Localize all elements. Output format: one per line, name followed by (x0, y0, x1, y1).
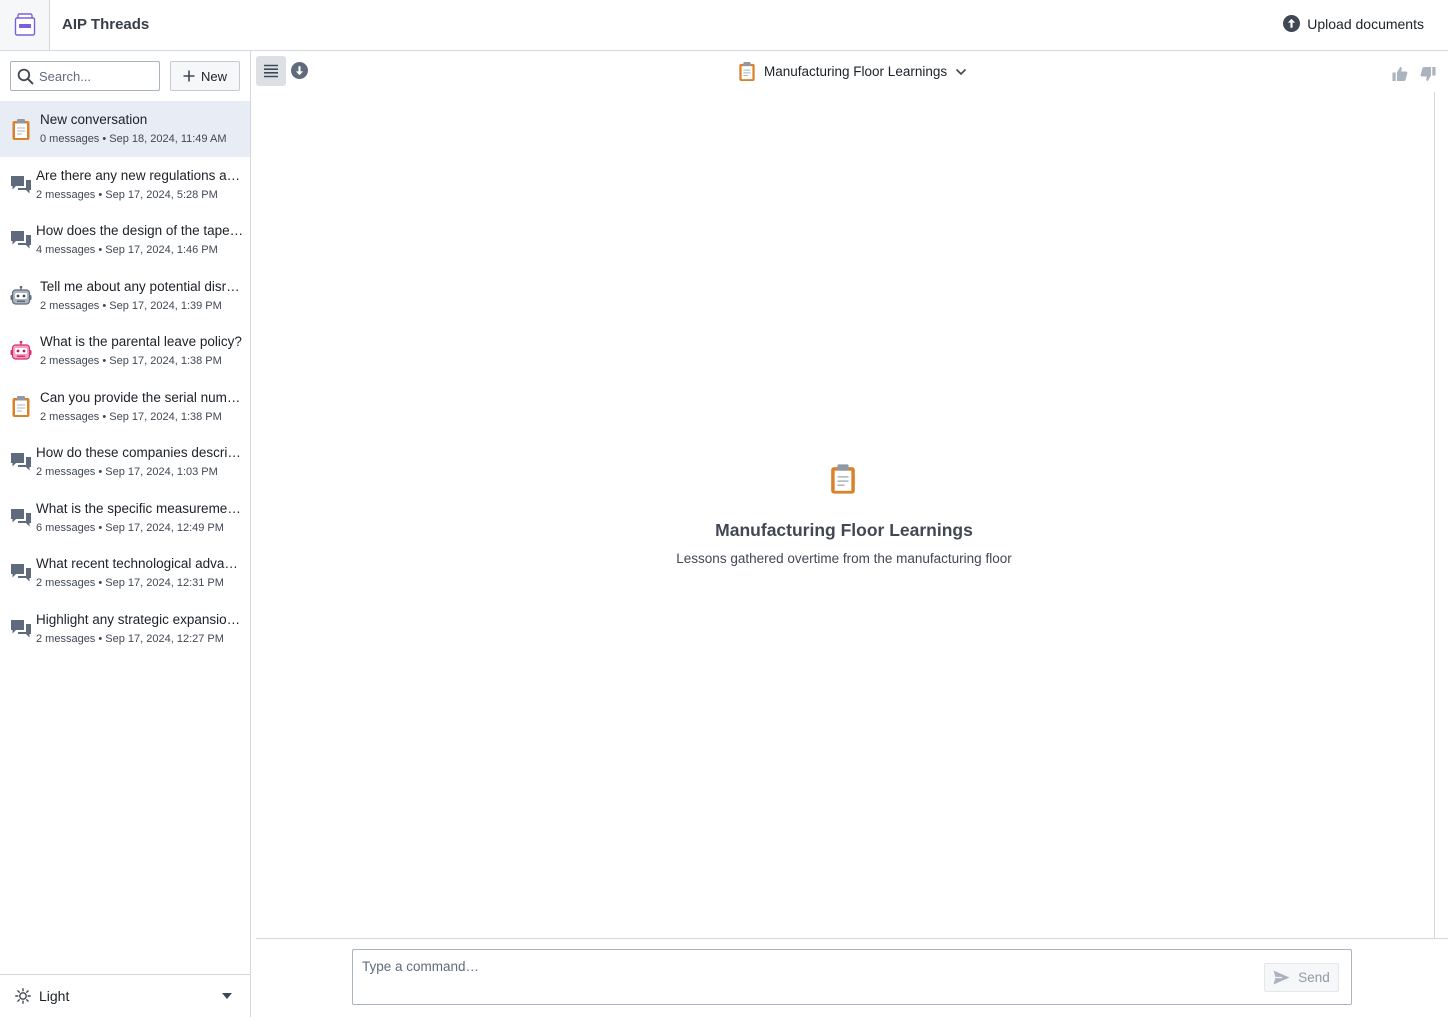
command-input[interactable] (362, 959, 1252, 997)
plus-icon (183, 70, 195, 82)
thread-title: Highlight any strategic expansion… (36, 611, 244, 627)
app-root: AIP Threads Upload documents New (0, 0, 1448, 1017)
thread-title: What is the parental leave policy? (40, 334, 242, 349)
thread-title: New conversation (40, 112, 148, 127)
upload-documents-button[interactable]: Upload documents (1283, 15, 1424, 32)
send-button[interactable]: Send (1264, 963, 1339, 992)
new-thread-button[interactable]: New (170, 61, 240, 91)
clipboard-icon (9, 118, 33, 140)
thread-item[interactable]: What recent technological advan… 2 messa… (0, 545, 250, 601)
thread-item[interactable]: How do these companies describ… 2 messag… (0, 434, 250, 490)
chat-icon (9, 174, 33, 196)
thread-item[interactable]: Tell me about any potential disr… 2 mess… (0, 268, 250, 324)
thread-title: Can you provide the serial numb… (40, 389, 244, 405)
robot-pink-icon (9, 340, 33, 362)
thread-meta: 2 messages • Sep 17, 2024, 1:38 PM (40, 410, 222, 423)
send-icon (1273, 970, 1290, 985)
robot-icon (9, 285, 33, 307)
thread-item[interactable]: How does the design of the taper … 4 mes… (0, 212, 250, 268)
threads-sidebar: New New conversation 0 messages • Sep 18… (0, 51, 251, 1017)
threads-logo-icon (14, 13, 35, 36)
app-logo[interactable] (0, 0, 50, 50)
empty-state-description: Lessons gathered overtime from the manuf… (676, 551, 1012, 566)
thread-title: How does the design of the taper … (36, 223, 244, 238)
chat-icon (9, 229, 33, 251)
thread-meta: 2 messages • Sep 17, 2024, 12:27 PM (36, 632, 224, 645)
chat-icon (9, 451, 33, 473)
empty-state: Manufacturing Floor Learnings Lessons ga… (251, 51, 1437, 938)
chat-icon (9, 507, 33, 529)
thread-title: What is the specific measuremen… (36, 500, 244, 516)
search-input[interactable] (39, 66, 157, 86)
thread-meta: 2 messages • Sep 17, 2024, 1:39 PM (40, 299, 222, 312)
upload-icon (1283, 15, 1301, 32)
thread-item[interactable]: Are there any new regulations ap… 2 mess… (0, 157, 250, 213)
top-header: AIP Threads Upload documents (0, 0, 1448, 51)
thread-title: Tell me about any potential disr… (40, 278, 240, 294)
command-composer: Send (352, 949, 1352, 1005)
caret-down-icon (222, 993, 232, 999)
thread-meta: 4 messages • Sep 17, 2024, 1:46 PM (36, 244, 218, 256)
send-label: Send (1298, 970, 1330, 985)
thread-meta: 2 messages • Sep 17, 2024, 1:03 PM (36, 466, 218, 478)
new-thread-label: New (200, 68, 227, 84)
sun-icon (15, 988, 31, 1004)
thread-item[interactable]: What is the specific measuremen… 6 messa… (0, 490, 250, 546)
thread-title: Are there any new regulations ap… (36, 167, 244, 183)
app-title: AIP Threads (62, 16, 150, 33)
thread-list: New conversation 0 messages • Sep 18, 20… (0, 101, 250, 656)
thread-title: What recent technological advan… (36, 556, 244, 571)
thread-meta: 2 messages • Sep 17, 2024, 5:28 PM (36, 188, 218, 201)
thread-item[interactable]: Can you provide the serial numb… 2 messa… (0, 379, 250, 435)
chat-icon (9, 618, 33, 640)
empty-state-title: Manufacturing Floor Learnings (715, 520, 973, 540)
thread-meta: 0 messages • Sep 18, 2024, 11:49 AM (40, 133, 227, 145)
thread-item[interactable]: What is the parental leave policy? 2 mes… (0, 323, 250, 379)
thread-meta: 6 messages • Sep 17, 2024, 12:49 PM (36, 521, 224, 534)
thread-meta: 2 messages • Sep 17, 2024, 1:38 PM (40, 355, 222, 367)
main-panel: Manufacturing Floor Learnings Manufactur… (251, 51, 1448, 1017)
upload-documents-label: Upload documents (1307, 15, 1424, 32)
clipboard-icon (831, 464, 855, 494)
theme-selector[interactable]: Light (0, 974, 250, 1017)
thread-meta: 2 messages • Sep 17, 2024, 12:31 PM (36, 577, 224, 589)
thread-title: How do these companies describ… (36, 445, 244, 460)
chat-icon (9, 562, 33, 584)
thread-item[interactable]: New conversation 0 messages • Sep 18, 20… (0, 101, 250, 157)
search-box (10, 61, 160, 91)
clipboard-icon (9, 396, 33, 418)
search-icon (17, 68, 34, 85)
theme-label: Light (39, 988, 70, 1004)
thread-item[interactable]: Highlight any strategic expansion… 2 mes… (0, 601, 250, 657)
composer-divider (256, 938, 1448, 939)
